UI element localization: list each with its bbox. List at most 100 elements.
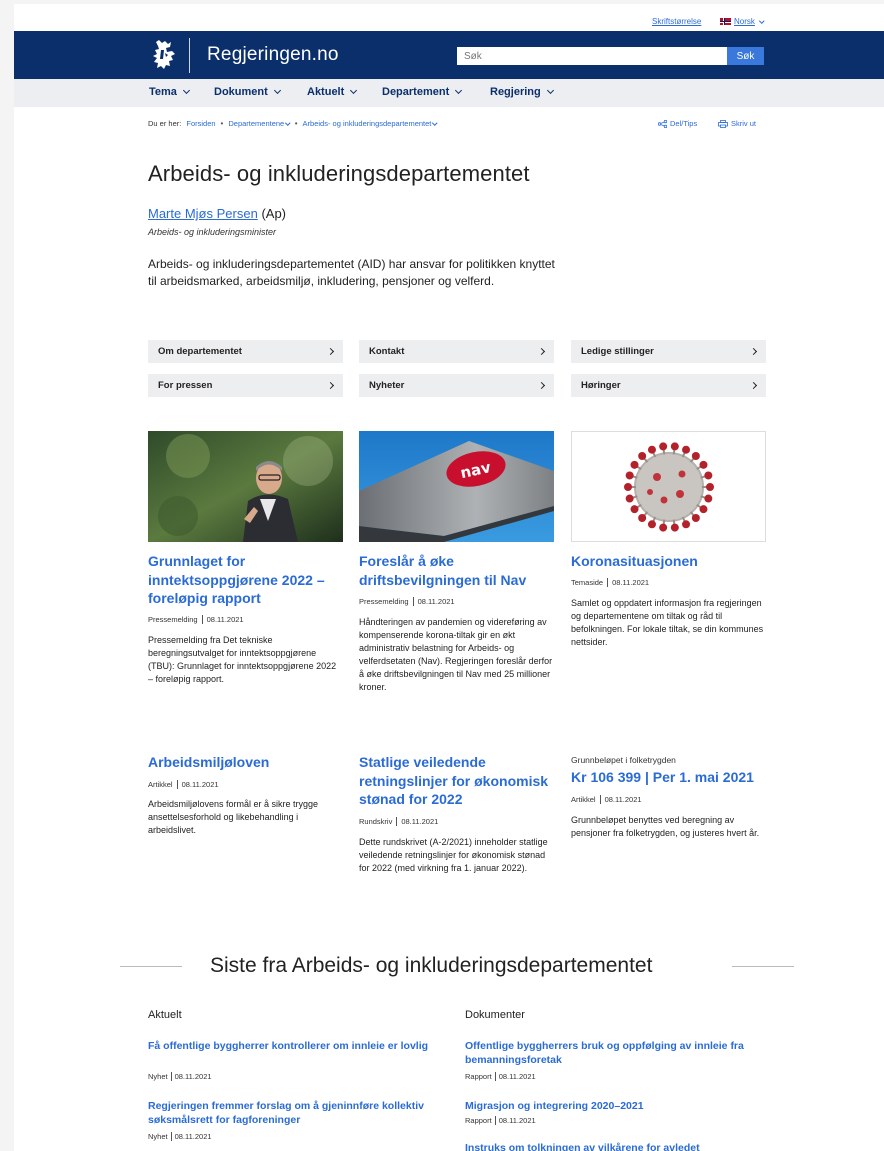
nav-item-label: Tema [149,86,177,98]
news-type: Rapport [465,1116,492,1125]
card-image-speaker[interactable] [148,431,343,542]
document-item-link[interactable]: Instruks om tolkningen av vilkårene for … [465,1141,765,1151]
chevron-down-icon [273,86,281,95]
font-size-link[interactable]: Skriftstørrelse [652,17,701,26]
meta-separator [412,597,414,606]
quicklink-label: Nyheter [369,380,405,391]
breadcrumb: Du er her: Forsiden • Departementene • A… [148,119,438,128]
virus-spike [704,471,713,480]
card-type: Pressemelding [148,615,198,624]
chevron-down-icon [182,86,190,95]
news-meta: Nyhet 08.11.2021 [148,1072,212,1081]
nav-item-tema[interactable]: Tema [149,86,190,98]
card-image-coronavirus[interactable] [571,431,766,542]
meta-separator [170,1132,172,1141]
search-input[interactable] [457,47,727,65]
meta-separator [607,578,609,587]
nav-item-departement[interactable]: Departement [382,86,463,98]
chevron-right-icon [326,381,335,390]
breadcrumb-label: Arbeids- og inkluderingsdepartementet [302,119,432,128]
card-text: Pressemelding fra Det tekniske beregning… [148,635,337,684]
logo-divider [189,38,190,73]
document-item-link[interactable]: Offentlige byggherrers bruk og oppfølgin… [465,1039,765,1067]
quicklink-ledige-stillinger[interactable]: Ledige stillinger [571,340,766,363]
nav-item-aktuelt[interactable]: Aktuelt [307,86,358,98]
quicklink-for-pressen[interactable]: For pressen [148,374,343,397]
news-type: Nyhet [148,1072,168,1081]
virus-spike [630,460,639,469]
latest-section-title: Siste fra Arbeids- og inkluderingsdepart… [210,954,653,977]
virus-spike [647,520,656,529]
card-text: Arbeidsmiljølovens formål er å sikre try… [148,799,319,835]
meta-separator [201,615,203,624]
chevron-down-icon [455,86,463,95]
print-link[interactable]: Skriv ut [718,119,756,128]
card-type: Pressemelding [359,597,409,606]
divider-line [120,966,182,967]
chevron-down-icon [285,120,291,125]
language-label: Norsk [734,17,755,26]
news-item-link[interactable]: Regjeringen fremmer forslag om å gjeninn… [148,1099,448,1127]
news-item-link[interactable]: Få offentlige byggherrer kontrollerer om… [148,1039,448,1053]
search-button[interactable]: Søk [727,47,764,65]
chevron-down-icon [759,18,765,23]
virus-spike [699,505,708,514]
card-image-nav-sign[interactable]: nav [359,431,554,542]
card-meta: Rundskriv 08.11.2021 [359,817,438,826]
meta-separator [599,795,601,804]
card-title-link[interactable]: Koronasituasjonen [571,552,766,571]
virus-spike [659,442,668,451]
card-title-link[interactable]: Arbeidsmiljøloven [148,753,343,772]
chevron-down-icon [432,120,438,125]
minister-role: Arbeids- og inkluderingsminister [148,227,277,237]
document-item-link[interactable]: Migrasjon og integrering 2020–2021 [465,1099,765,1113]
main-nav: Tema Dokument Aktuelt Departement Regjer… [14,79,884,107]
quicklink-label: For pressen [158,380,213,391]
quicklink-kontakt[interactable]: Kontakt [359,340,554,363]
minister-name-link[interactable]: Marte Mjøs Persen [148,206,258,221]
meta-separator [396,817,398,826]
quicklink-label: Kontakt [369,346,405,357]
card-meta: Pressemelding 08.11.2021 [359,597,455,606]
minister-party: (Ap) [261,206,286,221]
card-date: 08.11.2021 [417,597,455,606]
virus-spike [706,483,714,491]
card-type: Temaside [571,578,604,587]
virus-spike [670,442,679,451]
language-selector[interactable]: Norsk [720,17,765,26]
card-title-link[interactable]: Statlige veiledende retningslinjer for ø… [359,753,554,809]
chevron-right-icon [749,347,758,356]
share-label: Del/Tips [670,119,698,128]
news-type: Rapport [465,1072,492,1081]
coat-of-arms-lion-icon[interactable] [149,39,179,71]
breadcrumb-current[interactable]: Arbeids- og inkluderingsdepartementet [302,119,438,128]
breadcrumb-departments[interactable]: Departementene [228,119,291,128]
chevron-right-icon [749,381,758,390]
lead-text: Arbeids- og inkluderingsdepartementet (A… [148,257,555,288]
virus-spike [659,523,668,532]
card-meta: Temaside 08.11.2021 [571,578,649,587]
nav-item-regjering[interactable]: Regjering [490,86,554,98]
site-title[interactable]: Regjeringen.no [207,44,339,66]
nav-item-dokument[interactable]: Dokument [214,86,281,98]
card-title-link[interactable]: Foreslår å øke driftsbevilgningen til Na… [359,552,554,589]
virus-spike [647,445,656,454]
card-type: Rundskriv [359,817,393,826]
card-kicker: Grunnbeløpet i folketrygden [571,755,676,765]
share-link[interactable]: Del/Tips [658,119,697,128]
card-title-link[interactable]: Grunnlaget for inntektsoppgjørene 2022 –… [148,552,343,608]
quicklink-om-departementet[interactable]: Om departementet [148,340,343,363]
card-text: Grunnbeløpet benyttes ved beregning av p… [571,815,760,838]
card-title-link[interactable]: Kr 106 399 | Per 1. mai 2021 [571,768,766,787]
meta-separator [170,1072,172,1081]
quicklink-horinger[interactable]: Høringer [571,374,766,397]
chevron-right-icon [537,347,546,356]
virus-spike [682,520,691,529]
news-meta: Rapport 08.11.2021 [465,1072,536,1081]
quicklink-label: Høringer [581,380,621,391]
card-meta: Artikkel 08.11.2021 [148,780,219,789]
virus-spike [691,452,700,461]
quicklink-nyheter[interactable]: Nyheter [359,374,554,397]
breadcrumb-home[interactable]: Forsiden [186,119,215,128]
virus-spike [691,513,700,522]
